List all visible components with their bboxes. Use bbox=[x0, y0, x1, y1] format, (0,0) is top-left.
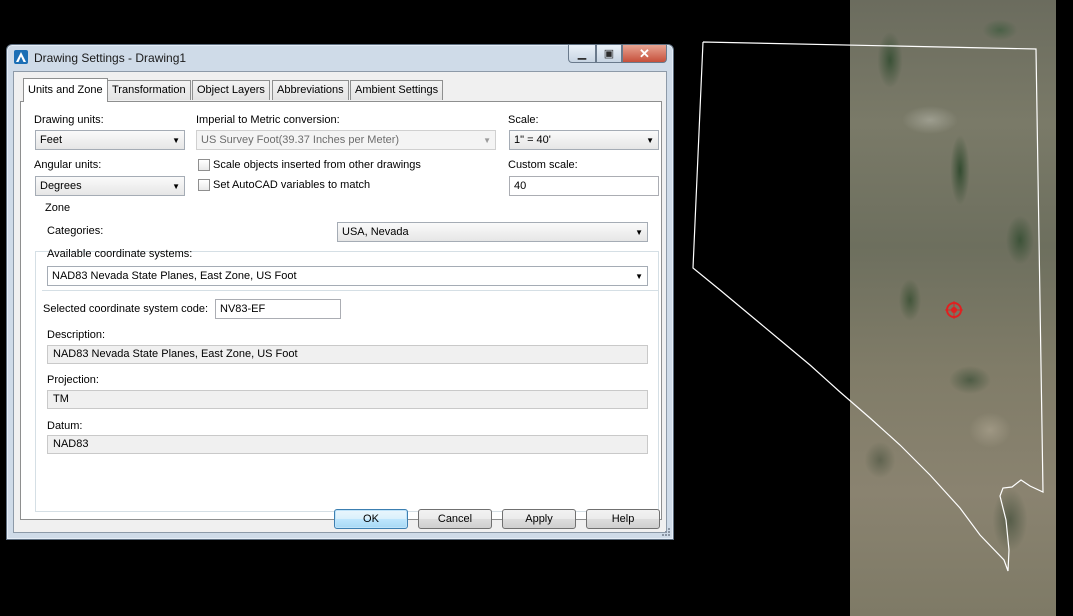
angular-units-value: Degrees bbox=[40, 180, 82, 192]
categories-value: USA, Nevada bbox=[342, 226, 409, 238]
dialog-client-area: Units and Zone Transformation Object Lay… bbox=[13, 71, 667, 533]
imperial-conversion-dropdown[interactable]: US Survey Foot(39.37 Inches per Meter) ▼ bbox=[196, 130, 496, 150]
selected-code-label: Selected coordinate system code: bbox=[43, 303, 209, 315]
scale-label: Scale: bbox=[508, 114, 539, 126]
drawing-units-label: Drawing units: bbox=[34, 114, 104, 126]
scale-value: 1" = 40' bbox=[514, 134, 551, 146]
tab-units-and-zone[interactable]: Units and Zone bbox=[23, 78, 108, 102]
resize-grip-icon[interactable] bbox=[661, 527, 671, 537]
minimize-button[interactable]: ▁ bbox=[568, 45, 596, 63]
tab-transformation[interactable]: Transformation bbox=[107, 80, 191, 100]
angular-units-dropdown[interactable]: Degrees ▼ bbox=[35, 176, 185, 196]
categories-dropdown[interactable]: USA, Nevada ▼ bbox=[337, 222, 648, 242]
description-label: Description: bbox=[47, 329, 106, 341]
scale-objects-label: Scale objects inserted from other drawin… bbox=[213, 159, 421, 171]
available-coordinate-systems-value: NAD83 Nevada State Planes, East Zone, US… bbox=[52, 270, 297, 282]
dropdown-caret-icon: ▼ bbox=[172, 136, 180, 145]
dropdown-caret-icon: ▼ bbox=[646, 136, 654, 145]
drawing-units-value: Feet bbox=[40, 134, 63, 146]
title-bar[interactable]: Drawing Settings - Drawing1 ▁ ▣ ✕ bbox=[7, 45, 673, 71]
categories-label: Categories: bbox=[47, 225, 104, 237]
projection-label: Projection: bbox=[47, 374, 99, 386]
dropdown-caret-icon: ▼ bbox=[172, 182, 180, 191]
tab-ambient-settings[interactable]: Ambient Settings bbox=[350, 80, 444, 100]
drawing-settings-dialog: Drawing Settings - Drawing1 ▁ ▣ ✕ Units … bbox=[6, 44, 674, 540]
ok-button[interactable]: OK bbox=[334, 509, 408, 529]
zone-group-label: Zone bbox=[43, 202, 73, 214]
crosshair-marker-icon bbox=[945, 301, 963, 319]
scale-dropdown[interactable]: 1" = 40' ▼ bbox=[509, 130, 659, 150]
drawing-units-dropdown[interactable]: Feet ▼ bbox=[35, 130, 185, 150]
available-coordinate-systems-label: Available coordinate systems: bbox=[47, 248, 193, 260]
window-title: Drawing Settings - Drawing1 bbox=[34, 51, 187, 65]
angular-units-label: Angular units: bbox=[34, 159, 102, 171]
custom-scale-input[interactable]: 40 bbox=[509, 176, 659, 196]
description-field: NAD83 Nevada State Planes, East Zone, US… bbox=[47, 345, 648, 364]
set-autocad-variables-label: Set AutoCAD variables to match bbox=[213, 179, 371, 191]
imperial-conversion-label: Imperial to Metric conversion: bbox=[196, 114, 340, 126]
custom-scale-label: Custom scale: bbox=[508, 159, 578, 171]
maximize-button[interactable]: ▣ bbox=[596, 45, 622, 63]
dropdown-caret-icon: ▼ bbox=[635, 272, 643, 281]
set-autocad-variables-checkbox[interactable] bbox=[198, 179, 210, 191]
cancel-button[interactable]: Cancel bbox=[418, 509, 492, 529]
tab-object-layers[interactable]: Object Layers bbox=[192, 80, 270, 100]
tab-abbreviations[interactable]: Abbreviations bbox=[272, 80, 349, 100]
dropdown-caret-icon: ▼ bbox=[483, 136, 491, 145]
autocad-app-icon bbox=[14, 50, 28, 64]
apply-button[interactable]: Apply bbox=[502, 509, 576, 529]
help-button[interactable]: Help bbox=[586, 509, 660, 529]
datum-label: Datum: bbox=[47, 420, 83, 432]
close-button[interactable]: ✕ bbox=[622, 45, 667, 63]
datum-field: NAD83 bbox=[47, 435, 648, 454]
scale-objects-checkbox[interactable] bbox=[198, 159, 210, 171]
available-coordinate-systems-dropdown[interactable]: NAD83 Nevada State Planes, East Zone, US… bbox=[47, 266, 648, 286]
zone-divider bbox=[42, 290, 659, 291]
dropdown-caret-icon: ▼ bbox=[635, 228, 643, 237]
selected-code-input[interactable]: NV83-EF bbox=[215, 299, 341, 319]
projection-field: TM bbox=[47, 390, 648, 409]
imperial-conversion-value: US Survey Foot(39.37 Inches per Meter) bbox=[201, 134, 400, 146]
